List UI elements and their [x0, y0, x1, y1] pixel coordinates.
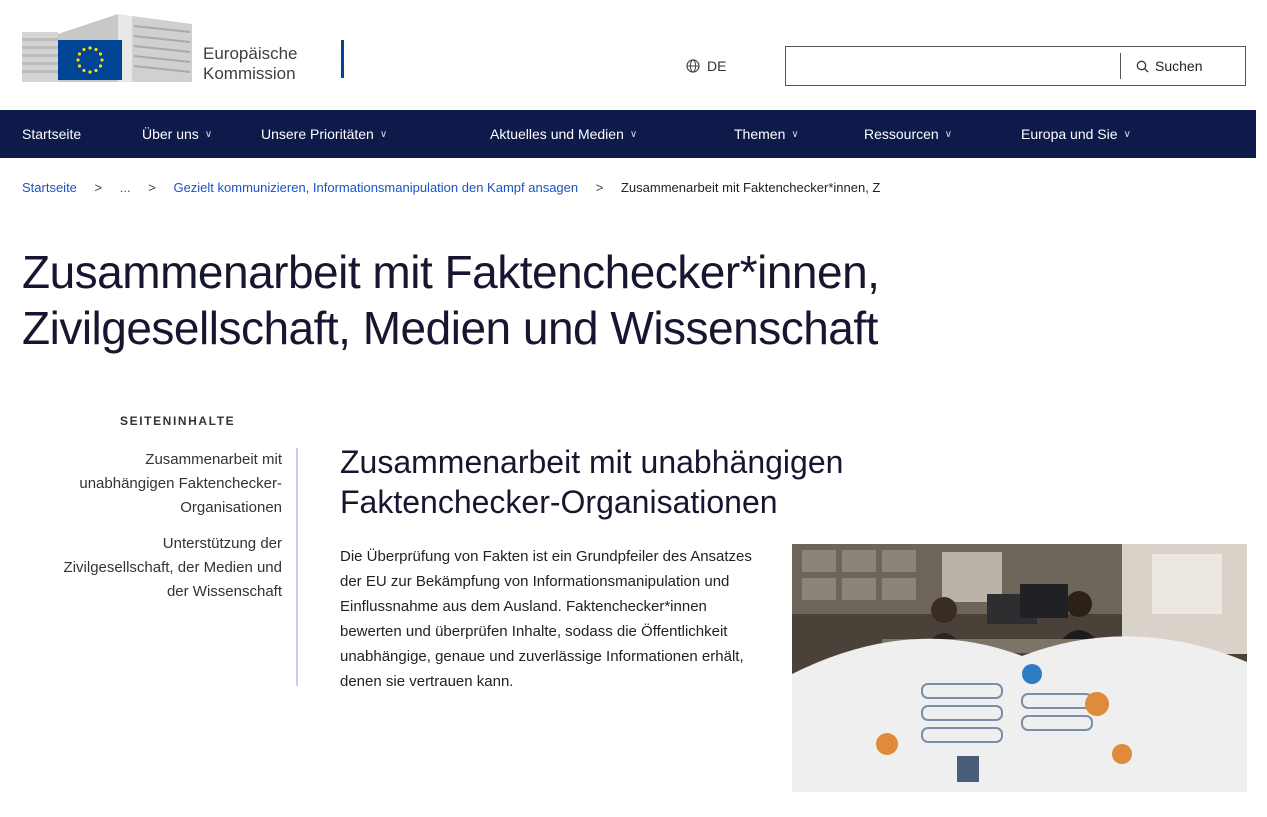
nav-item-prioritaeten[interactable]: Unsere Prioritäten ∨	[261, 126, 387, 142]
section-heading-line-1: Zusammenarbeit mit unabhängigen	[340, 444, 844, 480]
fact-checkers-photo	[792, 544, 1247, 792]
logo-wordmark: Europäische Kommission	[203, 44, 298, 84]
breadcrumb-home[interactable]: Startseite	[22, 180, 77, 195]
nav-item-label: Europa und Sie	[1021, 126, 1118, 142]
nav-item-label: Aktuelles und Medien	[490, 126, 624, 142]
language-code: DE	[707, 58, 727, 74]
nav-item-themen[interactable]: Themen ∨	[734, 126, 799, 142]
search-button-label: Suchen	[1155, 58, 1203, 74]
section-heading-line-2: Faktenchecker-Organisationen	[340, 484, 778, 520]
toc-item-zivilgesellschaft[interactable]: Unterstützung der Zivilgesellschaft, der…	[60, 532, 282, 604]
search-input[interactable]	[786, 47, 1136, 85]
globe-icon	[686, 59, 700, 73]
main-navigation: Startseite Über uns ∨ Unsere Prioritäten…	[0, 110, 1256, 158]
search-box: Suchen	[785, 46, 1246, 86]
page-title: Zusammenarbeit mit Faktenchecker*innen, …	[22, 244, 880, 356]
logo-line-2: Kommission	[203, 64, 296, 83]
section-paragraph: Die Überprüfung von Fakten ist ein Grund…	[340, 548, 752, 690]
nav-item-ueber-uns[interactable]: Über uns ∨	[142, 126, 212, 142]
nav-item-ressourcen[interactable]: Ressourcen ∨	[864, 126, 952, 142]
nav-item-aktuelles[interactable]: Aktuelles und Medien ∨	[490, 126, 637, 142]
page-title-line-2: Zivilgesellschaft, Medien und Wissenscha…	[22, 302, 878, 354]
logo-divider	[341, 40, 344, 78]
breadcrumb-current: Zusammenarbeit mit Faktenchecker*innen, …	[620, 180, 881, 195]
table-of-contents: Zusammenarbeit mit unabhängigen Faktench…	[60, 448, 298, 686]
chevron-down-icon: ∨	[791, 128, 799, 140]
toc-item-faktenchecker[interactable]: Zusammenarbeit mit unabhängigen Faktench…	[60, 448, 282, 520]
toc-heading: SEITENINHALTE	[120, 414, 236, 428]
breadcrumb-ellipsis[interactable]: ...	[120, 180, 131, 195]
chevron-down-icon: ∨	[204, 128, 213, 140]
office-photo-image	[792, 544, 1247, 792]
nav-item-label: Startseite	[22, 126, 82, 142]
nav-item-label: Themen	[734, 126, 786, 142]
page-title-line-1: Zusammenarbeit mit Faktenchecker*innen,	[22, 246, 880, 298]
chevron-down-icon: ∨	[944, 128, 953, 140]
nav-item-label: Ressourcen	[864, 126, 939, 142]
breadcrumb-separator: >	[595, 180, 604, 195]
berlaymont-building-icon	[22, 14, 192, 82]
nav-item-label: Über uns	[142, 126, 199, 142]
nav-item-startseite[interactable]: Startseite	[22, 126, 81, 142]
breadcrumb-parent[interactable]: Gezielt kommunizieren, Informationsmanip…	[173, 180, 578, 195]
logo-line-1: Europäische	[203, 44, 298, 63]
chevron-down-icon: ∨	[629, 128, 638, 140]
search-icon	[1136, 60, 1149, 72]
chevron-down-icon: ∨	[1123, 128, 1131, 140]
search-button[interactable]: Suchen	[1136, 47, 1202, 85]
breadcrumb-separator: >	[94, 180, 103, 195]
nav-item-label: Unsere Prioritäten	[261, 126, 374, 142]
site-header: Europäische Kommission DE Suchen	[0, 0, 1267, 110]
breadcrumb: Startseite > ... > Gezielt kommunizieren…	[22, 180, 1267, 195]
nav-item-europa-und-sie[interactable]: Europa und Sie ∨	[1021, 126, 1131, 142]
chevron-down-icon: ∨	[379, 128, 388, 140]
breadcrumb-separator: >	[148, 180, 156, 195]
section-heading: Zusammenarbeit mit unabhängigen Faktench…	[340, 442, 843, 522]
ec-logo[interactable]	[22, 14, 352, 90]
search-divider	[1120, 53, 1121, 79]
language-selector[interactable]: DE	[686, 58, 726, 74]
